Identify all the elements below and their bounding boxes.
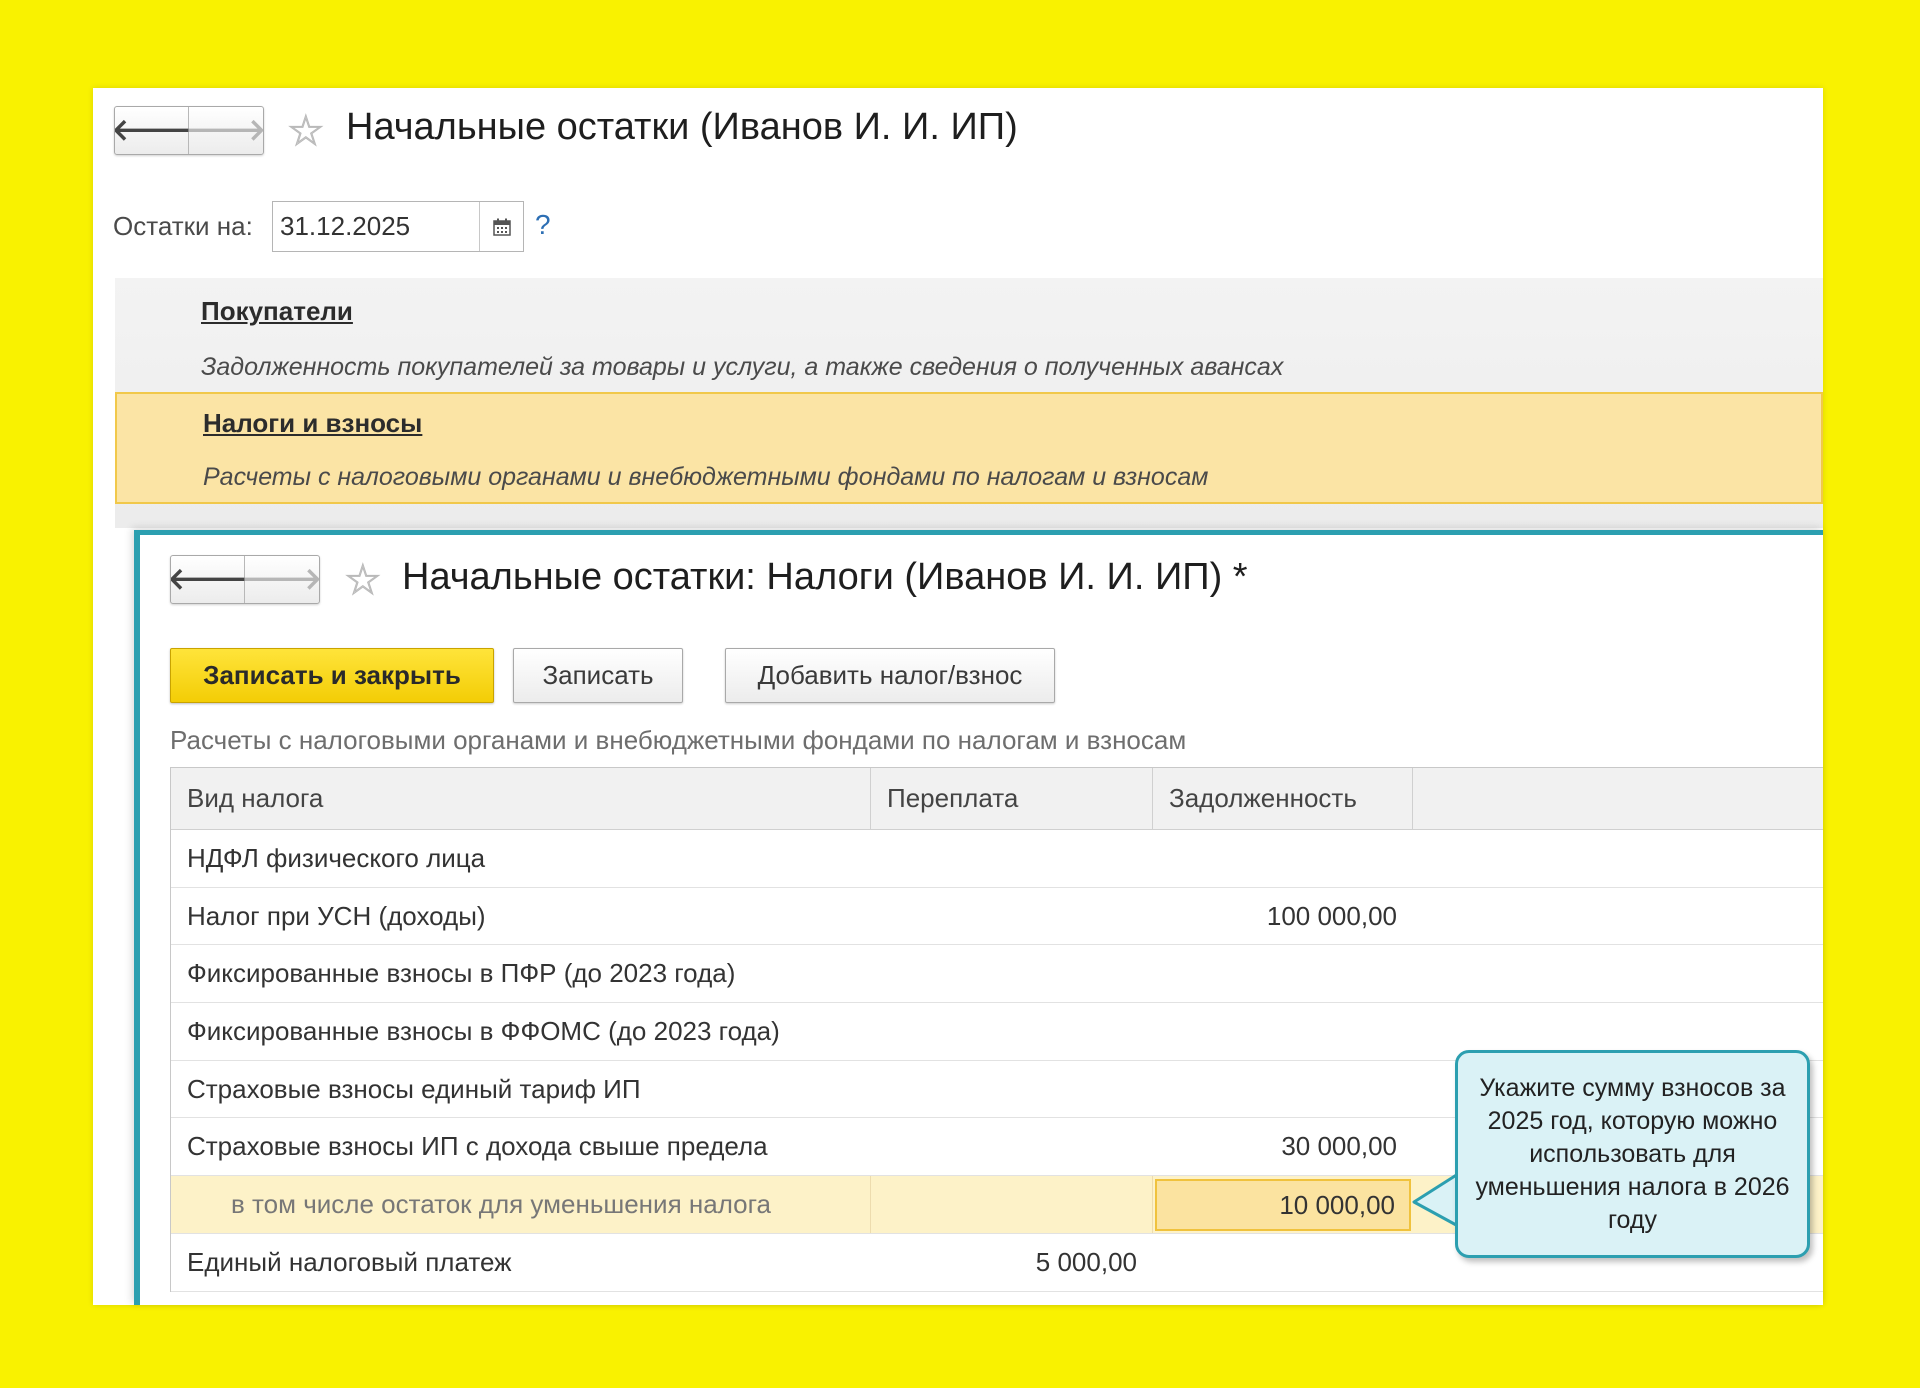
cell-debt[interactable]	[1153, 945, 1413, 1002]
window-title: Начальные остатки: Налоги (Иванов И. И. …	[402, 556, 1248, 598]
section-link-customers[interactable]: Покупатели	[201, 296, 353, 327]
arrow-right-icon: 🡒	[241, 562, 320, 596]
form-description: Расчеты с налоговыми органами и внебюдже…	[170, 725, 1187, 755]
column-header-tax-type[interactable]: Вид налога	[171, 768, 871, 829]
hint-callout: Укажите сумму взносов за 2025 год, котор…	[1455, 1050, 1810, 1258]
cell-overpayment[interactable]	[871, 1176, 1153, 1233]
debt-input-value[interactable]: 10 000,00	[1279, 1190, 1395, 1221]
table-row[interactable]: НДФЛ физического лица	[171, 830, 1823, 888]
arrow-left-icon: 🡐	[170, 562, 248, 596]
back-button[interactable]: 🡐	[114, 107, 192, 154]
cell-overpayment[interactable]	[871, 945, 1153, 1002]
cell-overpayment[interactable]	[871, 830, 1153, 887]
forward-button[interactable]: 🡒	[185, 107, 264, 154]
arrow-left-icon: 🡐	[114, 113, 192, 147]
favorite-star-icon[interactable]: ☆	[287, 109, 326, 152]
date-value[interactable]: 31.12.2025	[273, 211, 479, 242]
cell-tax-type[interactable]: НДФЛ физического лица	[171, 830, 871, 887]
section-description: Расчеты с налоговыми органами и внебюдже…	[203, 463, 1209, 491]
cell-overpayment[interactable]	[871, 888, 1153, 945]
cell-debt[interactable]: 100 000,00	[1153, 888, 1413, 945]
section-customers[interactable]: Покупатели Задолженность покупателей за …	[115, 278, 1823, 392]
section-description: Задолженность покупателей за товары и ус…	[201, 353, 1284, 381]
cell-debt[interactable]: 30 000,00	[1153, 1118, 1413, 1175]
cell-debt[interactable]	[1153, 1234, 1413, 1291]
cell-overpayment[interactable]	[871, 1061, 1153, 1118]
column-header-empty	[1413, 768, 1823, 829]
table-row[interactable]: Фиксированные взносы в ПФР (до 2023 года…	[171, 945, 1823, 1004]
cell-tax-type[interactable]: Налог при УСН (доходы)	[171, 888, 871, 945]
cell-overpayment[interactable]: 5 000,00	[871, 1234, 1153, 1291]
cell-debt[interactable]	[1153, 1003, 1413, 1060]
callout-text: Укажите сумму взносов за 2025 год, котор…	[1475, 1073, 1790, 1234]
add-tax-button[interactable]: Добавить налог/взнос	[725, 648, 1055, 703]
window-title: Начальные остатки (Иванов И. И. ИП)	[346, 106, 1018, 148]
cell-debt[interactable]	[1153, 1061, 1413, 1118]
table-row[interactable]: Налог при УСН (доходы) 100 000,00	[171, 888, 1823, 946]
cell-tax-type[interactable]: Страховые взносы единый тариф ИП	[171, 1061, 871, 1118]
cell-tax-type[interactable]: Фиксированные взносы в ПФР (до 2023 года…	[171, 945, 871, 1002]
save-and-close-button[interactable]: Записать и закрыть	[170, 648, 494, 703]
cell-debt-wrapper: 10 000,00	[1153, 1176, 1413, 1233]
section-taxes[interactable]: Налоги и взносы Расчеты с налоговыми орг…	[115, 392, 1823, 504]
back-button[interactable]: 🡐	[170, 556, 248, 603]
nav-buttons: 🡐 🡒	[170, 555, 320, 604]
debt-input-field[interactable]: 10 000,00	[1155, 1179, 1411, 1232]
cell-tax-type[interactable]: Единый налоговый платеж	[171, 1234, 871, 1291]
cell-tax-type[interactable]: Страховые взносы ИП с дохода свыше преде…	[171, 1118, 871, 1175]
section-link-taxes[interactable]: Налоги и взносы	[203, 408, 422, 439]
date-field[interactable]: 31.12.2025	[272, 201, 524, 252]
help-button[interactable]: ?	[535, 209, 551, 241]
cell-overpayment[interactable]	[871, 1003, 1153, 1060]
arrow-right-icon: 🡒	[185, 113, 264, 147]
column-header-debt[interactable]: Задолженность	[1153, 768, 1413, 829]
cell-debt[interactable]	[1153, 830, 1413, 887]
cell-overpayment[interactable]	[871, 1118, 1153, 1175]
cell-tax-type[interactable]: Фиксированные взносы в ФФОМС (до 2023 го…	[171, 1003, 871, 1060]
column-header-overpayment[interactable]: Переплата	[871, 768, 1153, 829]
favorite-star-icon[interactable]: ☆	[344, 558, 383, 601]
table-header: Вид налога Переплата Задолженность	[171, 768, 1823, 830]
forward-button[interactable]: 🡒	[241, 556, 320, 603]
cell-tax-type[interactable]: в том числе остаток для уменьшения налог…	[171, 1176, 871, 1233]
sections-list: Покупатели Задолженность покупателей за …	[115, 278, 1823, 528]
save-button[interactable]: Записать	[513, 648, 683, 703]
nav-buttons: 🡐 🡒	[114, 106, 264, 155]
date-label: Остатки на:	[113, 211, 253, 241]
calendar-icon[interactable]	[479, 202, 523, 251]
